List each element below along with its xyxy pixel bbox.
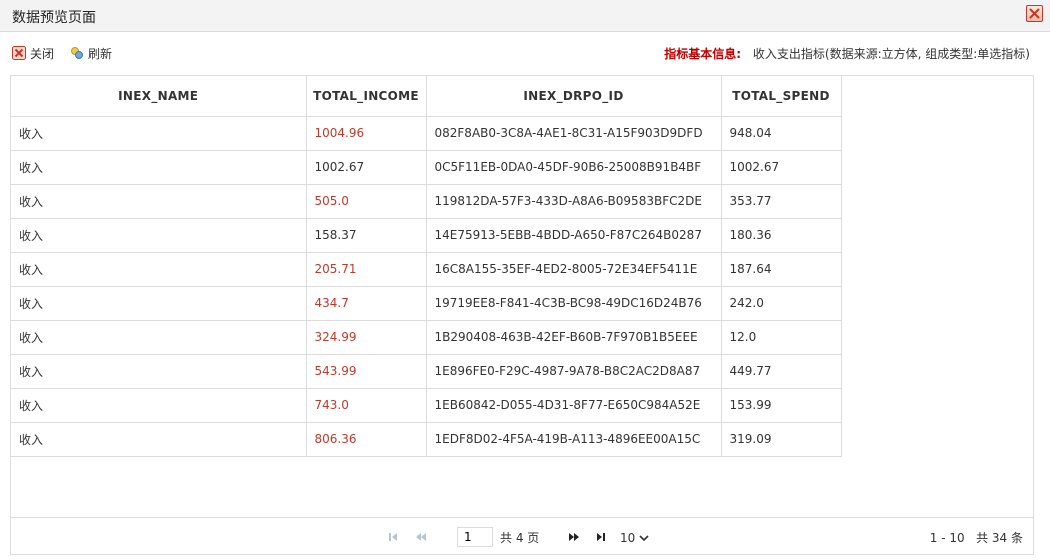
inex-name-cell: 收入 xyxy=(11,116,307,151)
total-income-cell: 505.0 xyxy=(306,184,427,219)
inex-drpo-id-cell: 1EDF8D02-4F5A-419B-A113-4896EE00A15C xyxy=(426,422,722,457)
table-row[interactable]: 收入 324.99 1B290408-463B-42EF-B60B-7F970B1B… xyxy=(11,320,842,355)
total-pages-text: 共 4 页 xyxy=(500,531,540,545)
inex-drpo-id-cell: 14E75913-5EBB-4BDD-A650-F87C264B0287 xyxy=(426,218,722,253)
inex-name-cell: 收入 xyxy=(11,184,307,219)
table-row[interactable]: 收入 205.71 16C8A155-35EF-4ED2-8005-72E34EF5… xyxy=(11,252,842,287)
total-income-cell: 806.36 xyxy=(306,422,427,457)
inex-drpo-id-cell: 19719EE8-F841-4C3B-BC98-49DC16D24B76 xyxy=(426,286,722,321)
inex-drpo-id-cell: 1B290408-463B-42EF-B60B-7F970B1B5EEE xyxy=(426,320,722,355)
refresh-button[interactable]: 刷新 xyxy=(70,44,112,62)
inex-drpo-id-cell: 1E896FE0-F29C-4987-9A78-B8C2AC2D8A87 xyxy=(426,354,722,389)
table-row[interactable]: 收入 505.0 119812DA-57F3-433D-A8A6-B09583BFC… xyxy=(11,184,842,219)
total-income-cell: 1002.67 xyxy=(306,150,427,185)
total-income-cell: 543.99 xyxy=(306,354,427,389)
inex-drpo-id-cell: 0C5F11EB-0DA0-45DF-90B6-25008B91B4BF xyxy=(426,150,722,185)
close-icon xyxy=(12,46,26,60)
table-row[interactable]: 收入 434.7 19719EE8-F841-4C3B-BC98-49DC16D24… xyxy=(11,286,842,321)
total-income-cell: 434.7 xyxy=(306,286,427,321)
inex-name-cell: 收入 xyxy=(11,354,307,389)
close-label: 关闭 xyxy=(30,46,55,61)
inex-drpo-id-cell: 119812DA-57F3-433D-A8A6-B09583BFC2DE xyxy=(426,184,722,219)
column-header-total-income[interactable]: TOTAL_INCOME xyxy=(306,76,427,117)
total-spend-cell: 353.77 xyxy=(721,184,842,219)
total-spend-cell: 319.09 xyxy=(721,422,842,457)
window-titlebar: 数据预览页面 xyxy=(0,0,1050,32)
column-header-inex-name[interactable]: INEX_NAME xyxy=(11,76,307,117)
table-header-row: INEX_NAME TOTAL_INCOME INEX_DRPO_ID TOTA… xyxy=(11,76,842,117)
table-row[interactable]: 收入 1002.67 0C5F11EB-0DA0-45DF-90B6-25008B9… xyxy=(11,150,842,185)
total-spend-cell: 12.0 xyxy=(721,320,842,355)
window-close-button[interactable] xyxy=(1026,5,1043,22)
column-header-inex-drpo-id[interactable]: INEX_DRPO_ID xyxy=(426,76,722,117)
total-spend-cell: 242.0 xyxy=(721,286,842,321)
total-income-cell: 1004.96 xyxy=(306,116,427,151)
table-body: 收入 1004.96 082F8AB0-3C8A-4AE1-8C31-A15F903… xyxy=(11,116,842,457)
refresh-icon xyxy=(70,46,84,60)
table-row[interactable]: 收入 543.99 1E896FE0-F29C-4987-9A78-B8C2AC2D… xyxy=(11,354,842,389)
indicator-info: 指标基本信息: 收入支出指标(数据来源:立方体, 组成类型:单选指标) xyxy=(664,45,1030,62)
window-title: 数据预览页面 xyxy=(12,10,96,26)
inex-name-cell: 收入 xyxy=(11,422,307,457)
total-spend-cell: 187.64 xyxy=(721,252,842,287)
first-page-icon[interactable] xyxy=(386,530,400,544)
inex-drpo-id-cell: 082F8AB0-3C8A-4AE1-8C31-A15F903D9DFD xyxy=(426,116,722,151)
total-income-cell: 205.71 xyxy=(306,252,427,287)
total-spend-cell: 449.77 xyxy=(721,354,842,389)
inex-drpo-id-cell: 16C8A155-35EF-4ED2-8005-72E34EF5411E xyxy=(426,252,722,287)
inex-name-cell: 收入 xyxy=(11,388,307,423)
total-income-cell: 743.0 xyxy=(306,388,427,423)
table-row[interactable]: 收入 743.0 1EB60842-D055-4D31-8F77-E650C984A… xyxy=(11,388,842,423)
inex-name-cell: 收入 xyxy=(11,218,307,253)
table-row[interactable]: 收入 158.37 14E75913-5EBB-4BDD-A650-F87C264B… xyxy=(11,218,842,253)
indicator-info-label: 指标基本信息: xyxy=(664,47,742,61)
total-spend-cell: 948.04 xyxy=(721,116,842,151)
total-spend-cell: 1002.67 xyxy=(721,150,842,185)
next-page-icon[interactable] xyxy=(567,530,581,544)
close-icon xyxy=(1029,8,1040,19)
chevron-down-icon xyxy=(639,531,649,545)
total-spend-cell: 153.99 xyxy=(721,388,842,423)
page-number-input[interactable] xyxy=(457,527,493,547)
total-spend-cell: 180.36 xyxy=(721,218,842,253)
column-header-total-spend[interactable]: TOTAL_SPEND xyxy=(721,76,842,117)
inex-name-cell: 收入 xyxy=(11,150,307,185)
total-income-cell: 324.99 xyxy=(306,320,427,355)
total-income-cell: 158.37 xyxy=(306,218,427,253)
table-row[interactable]: 收入 1004.96 082F8AB0-3C8A-4AE1-8C31-A15F903… xyxy=(11,116,842,151)
close-button[interactable]: 关闭 xyxy=(12,44,54,62)
refresh-label: 刷新 xyxy=(88,46,113,61)
indicator-info-value: 收入支出指标(数据来源:立方体, 组成类型:单选指标) xyxy=(752,47,1030,61)
inex-name-cell: 收入 xyxy=(11,252,307,287)
last-page-icon[interactable] xyxy=(594,530,608,544)
page-size-select[interactable]: 10 xyxy=(620,527,660,549)
record-range-text: 1 - 10 共 34 条 xyxy=(929,531,1023,545)
toolbar: 关闭 刷新 指标基本信息: 收入支出指标(数据来源:立方体, 组成类型:单选指标… xyxy=(0,36,1050,70)
table-row[interactable]: 收入 806.36 1EDF8D02-4F5A-419B-A113-4896EE00… xyxy=(11,422,842,457)
previous-page-icon[interactable] xyxy=(414,530,428,544)
inex-drpo-id-cell: 1EB60842-D055-4D31-8F77-E650C984A52E xyxy=(426,388,722,423)
inex-name-cell: 收入 xyxy=(11,286,307,321)
data-table: INEX_NAME TOTAL_INCOME INEX_DRPO_ID TOTA… xyxy=(11,76,842,457)
pagination-bar: 共 4 页 10 1 - 10 共 34 条 xyxy=(11,517,1033,554)
page-size-value: 10 xyxy=(620,531,636,545)
data-grid: INEX_NAME TOTAL_INCOME INEX_DRPO_ID TOTA… xyxy=(10,75,1034,555)
inex-name-cell: 收入 xyxy=(11,320,307,355)
